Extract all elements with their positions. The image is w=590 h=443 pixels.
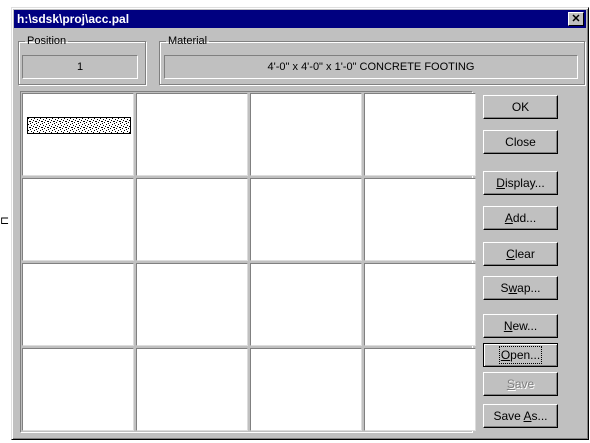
open-button-label: Open... — [498, 346, 543, 364]
palette-cell-r2-c1[interactable] — [22, 178, 134, 261]
save-button-label: Save — [506, 377, 535, 391]
palette-cell-r1-c4[interactable] — [364, 93, 476, 176]
save-as-button[interactable]: Save As... — [483, 404, 558, 428]
swap-button-label: Swap... — [500, 281, 541, 295]
palette-cell-r4-c2[interactable] — [136, 348, 248, 431]
palette-cell-r4-c3[interactable] — [250, 348, 362, 431]
palette-cell-r3-c3[interactable] — [250, 263, 362, 346]
new-button[interactable]: New... — [483, 314, 558, 338]
close-button-label: Close — [505, 135, 536, 149]
clear-button-label: Clear — [506, 247, 535, 261]
title-bar: h:\sdsk\proj\acc.pal ✕ — [14, 10, 586, 28]
swap-button[interactable]: Swap... — [483, 276, 558, 300]
palette-dialog: h:\sdsk\proj\acc.pal ✕ Position 1 Materi… — [11, 7, 589, 440]
clear-button[interactable]: Clear — [483, 242, 558, 266]
ok-button[interactable]: OK — [483, 95, 558, 119]
open-button[interactable]: Open... — [483, 343, 558, 367]
add-button-label: Add... — [504, 211, 537, 225]
palette-cell-r4-c1[interactable] — [22, 348, 134, 431]
palette-cell-r1-c2[interactable] — [136, 93, 248, 176]
palette-cell-r2-c2[interactable] — [136, 178, 248, 261]
display-button[interactable]: Display... — [483, 171, 558, 195]
stray-glyph: ⊏ — [0, 215, 10, 227]
window-title: h:\sdsk\proj\acc.pal — [17, 12, 130, 26]
save-button[interactable]: Save — [483, 372, 558, 396]
palette-cell-r1-c1[interactable] — [22, 93, 134, 176]
add-button[interactable]: Add... — [483, 206, 558, 230]
display-button-label: Display... — [496, 176, 545, 190]
concrete-hatch-swatch — [27, 117, 131, 134]
position-value: 1 — [22, 55, 138, 79]
material-value: 4'-0" x 4'-0" x 1'-0" CONCRETE FOOTING — [164, 55, 578, 79]
new-button-label: New... — [503, 319, 538, 333]
palette-grid — [20, 91, 476, 433]
ok-button-label: OK — [511, 100, 530, 114]
palette-cell-r3-c2[interactable] — [136, 263, 248, 346]
palette-cell-r2-c4[interactable] — [364, 178, 476, 261]
palette-cell-r1-c3[interactable] — [250, 93, 362, 176]
palette-cell-r3-c1[interactable] — [22, 263, 134, 346]
close-button[interactable]: Close — [483, 130, 558, 154]
palette-cell-r3-c4[interactable] — [364, 263, 476, 346]
palette-cell-r4-c4[interactable] — [364, 348, 476, 431]
material-label: Material — [168, 35, 208, 47]
position-label: Position — [27, 35, 67, 47]
close-icon[interactable]: ✕ — [568, 12, 584, 26]
palette-cell-r2-c3[interactable] — [250, 178, 362, 261]
save-as-button-label: Save As... — [493, 409, 548, 423]
